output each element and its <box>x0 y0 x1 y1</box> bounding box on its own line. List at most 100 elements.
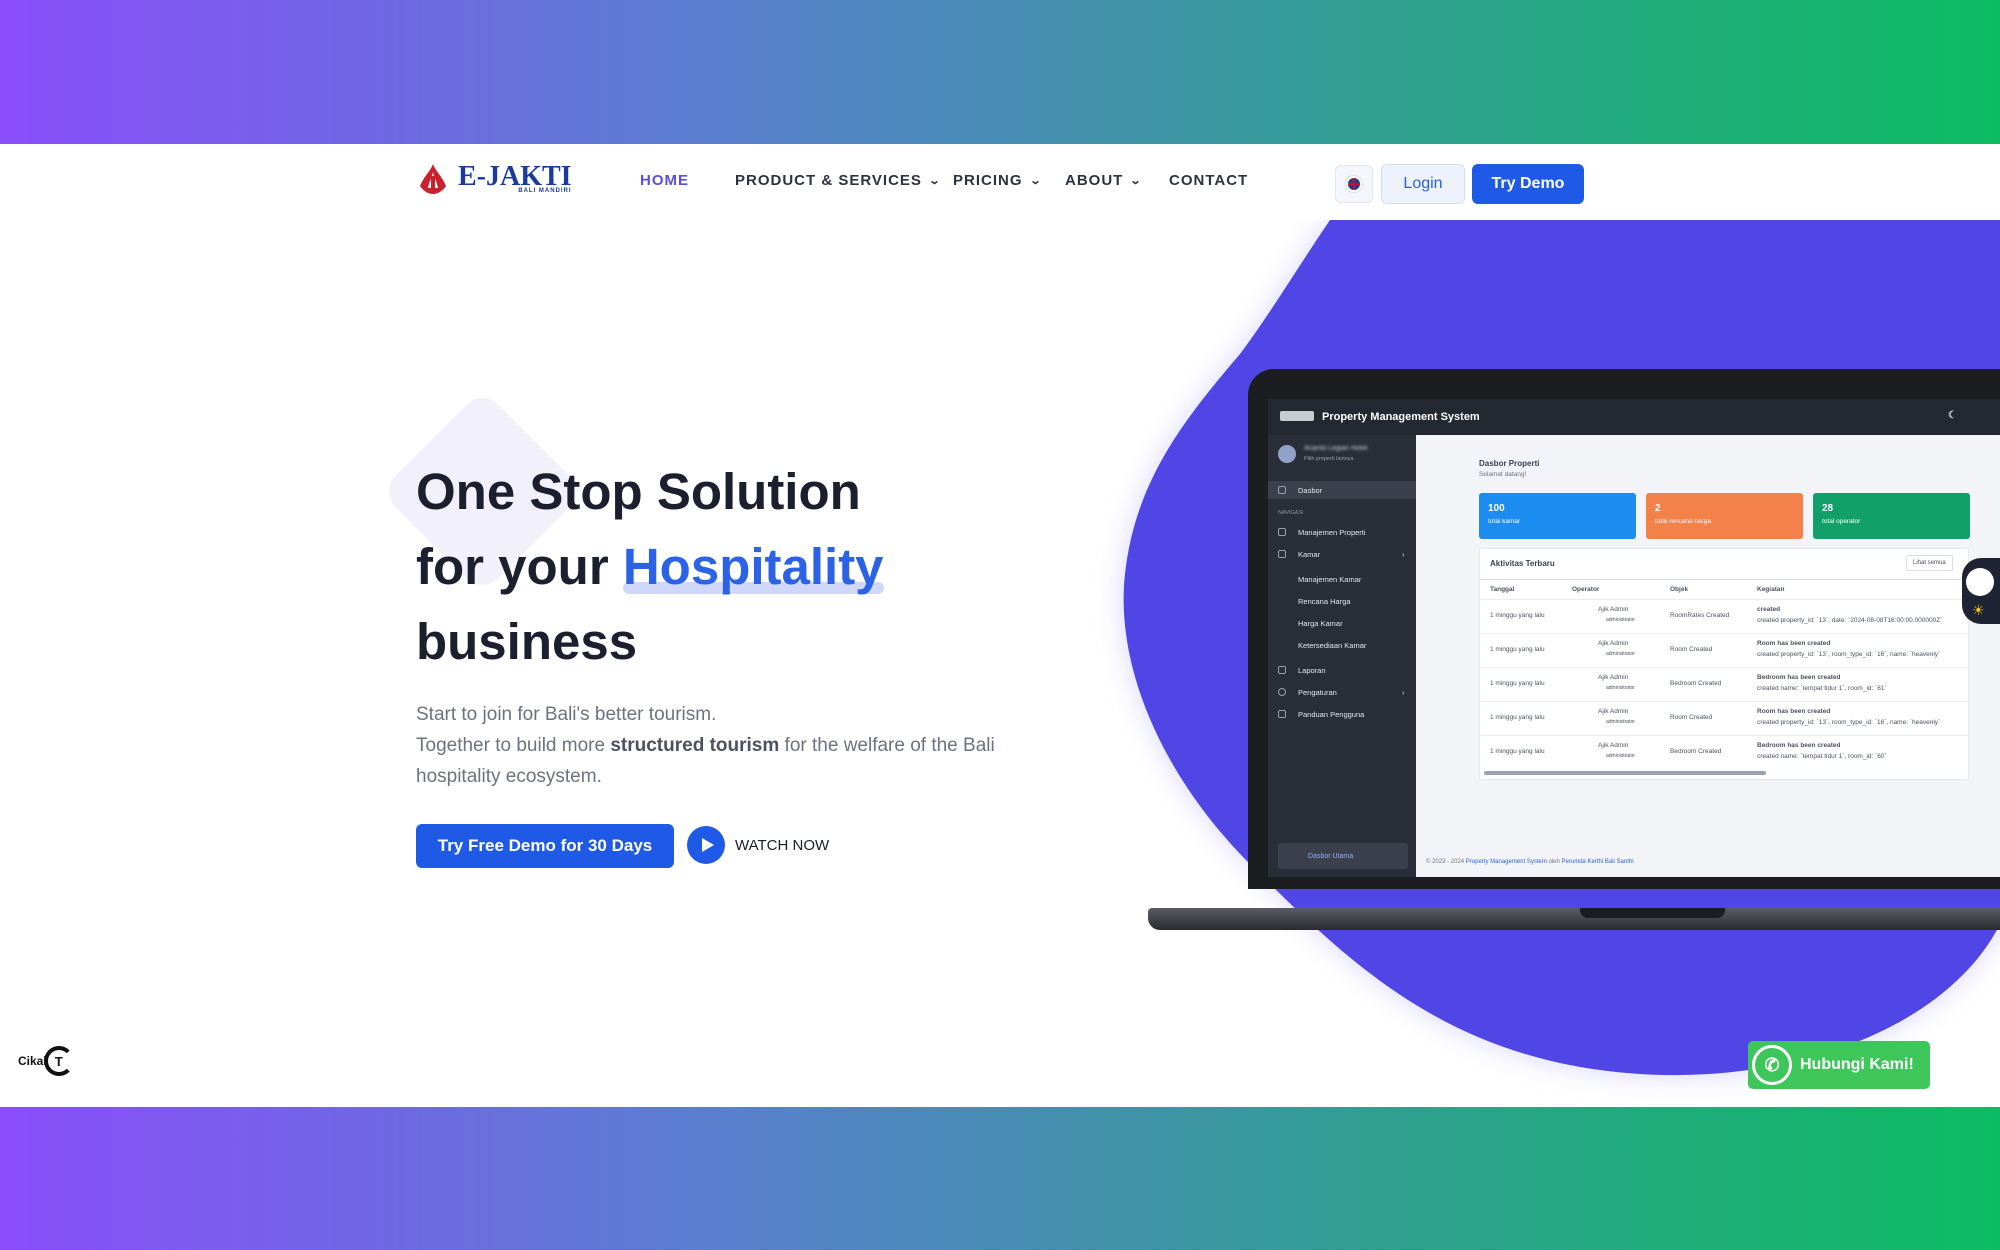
footer-link-perumda[interactable]: Perumda Kerthi Bali Santhi <box>1562 859 1634 865</box>
hero-title-line1: One Stop Solution <box>416 463 861 520</box>
avatar <box>1278 445 1296 463</box>
sidebar-item-pengaturan[interactable]: Pengaturan › <box>1268 683 1416 701</box>
nav-about-label: ABOUT <box>1065 172 1124 189</box>
logo-text: E-JAKTI <box>458 161 572 192</box>
cell-activity: Bedroom has been created <box>1757 674 1841 681</box>
sidebar-subitem-ketersediaan-kamar[interactable]: Ketersediaan Kamar <box>1268 636 1416 654</box>
nav-pricing-label: PRICING <box>953 172 1023 189</box>
cell-object: RoomRates Created <box>1670 612 1730 619</box>
login-button[interactable]: Login <box>1381 164 1465 204</box>
try-demo-button[interactable]: Try Demo <box>1472 164 1584 204</box>
nav-contact-label: CONTACT <box>1169 172 1249 189</box>
stat-card-rencana: 2 total rencana harga <box>1646 493 1803 539</box>
laptop-mockup: Property Management System ☾ Ananta Legi… <box>1248 369 2000 889</box>
sidebar-subitem-rencana-harga[interactable]: Rencana Harga <box>1268 592 1416 610</box>
app-footer: © 2023 - 2024 Property Management System… <box>1426 859 1634 865</box>
nav-pricing[interactable]: PRICING ⌄ <box>953 172 1041 189</box>
app-sidebar: Ananta Legian Hotel Pilih properti lainn… <box>1268 435 1416 877</box>
sidebar-item-label: Harga Kamar <box>1298 618 1343 628</box>
toggle-knob <box>1966 568 1994 596</box>
stat-value: 28 <box>1822 503 1834 514</box>
nav-contact[interactable]: CONTACT <box>1169 172 1248 189</box>
activity-header: Tanggal Operator Objek Kegiatan <box>1480 579 1970 599</box>
column-header: Objek <box>1670 586 1689 593</box>
sidebar-item-kamar[interactable]: Kamar › <box>1268 545 1416 563</box>
cikal-label: Cikal <box>18 1054 47 1068</box>
dasbor-utama-button[interactable]: Dasbor Utama <box>1278 843 1408 869</box>
laptop-base <box>1148 908 2000 930</box>
hero-desc-line2: Together to build more structured touris… <box>416 730 1016 792</box>
sidebar-item-panduan[interactable]: Panduan Pengguna <box>1268 705 1416 723</box>
whatsapp-icon: ✆ <box>1752 1045 1792 1085</box>
table-row[interactable]: 1 minggu yang lalu Ajik Admin administrato… <box>1480 735 1970 769</box>
hero-desc-line1: Start to join for Bali's better tourism. <box>416 704 717 725</box>
hero-title-prefix: for your <box>416 538 623 595</box>
sidebar-subitem-harga-kamar[interactable]: Harga Kamar <box>1268 614 1416 632</box>
cell-date: 1 minggu yang lalu <box>1490 748 1545 755</box>
sidebar-section-label: NAVIGASI <box>1278 510 1304 516</box>
grid-icon <box>1278 486 1286 494</box>
nav-about[interactable]: ABOUT ⌄ <box>1065 172 1142 189</box>
stat-card-operator: 28 total operator <box>1813 493 1970 539</box>
see-all-button[interactable]: Lihat semua <box>1906 555 1953 571</box>
footer-link-pms[interactable]: Property Management System <box>1466 859 1547 865</box>
watch-now-button[interactable]: WATCH NOW <box>687 826 829 864</box>
activity-panel: Aktivitas Terbaru Lihat semua Tanggal Op… <box>1479 548 1970 780</box>
activity-title: Aktivitas Terbaru <box>1490 559 1555 568</box>
app-topbar: Property Management System ☾ <box>1268 399 2000 435</box>
cikal-badge[interactable]: Cikal T <box>18 1046 74 1076</box>
cell-role: administrator <box>1606 685 1635 691</box>
moon-icon[interactable]: ☾ <box>1948 410 1957 421</box>
stat-label: total rencana harga <box>1655 518 1712 525</box>
cikal-logo-icon: T <box>43 1046 74 1076</box>
page-content: E-JAKTI BALI MANDIRI HOME PRODUCT & SERV… <box>0 144 2000 1107</box>
app-logo-icon <box>1280 411 1314 421</box>
cell-date: 1 minggu yang lalu <box>1490 680 1545 687</box>
bookmark-icon <box>1278 550 1286 558</box>
language-button[interactable] <box>1335 165 1373 203</box>
horizontal-scrollbar[interactable] <box>1484 771 1766 775</box>
column-header: Kegiatan <box>1757 586 1785 593</box>
hero-desc-bold: structured tourism <box>610 735 780 756</box>
cell-date: 1 minggu yang lalu <box>1490 714 1545 721</box>
chevron-down-icon: ⌄ <box>1129 175 1144 187</box>
uk-flag-icon <box>1346 176 1362 192</box>
sidebar-item-dasbor[interactable]: Dasbor <box>1268 481 1416 499</box>
cell-object: Bedroom Created <box>1670 748 1722 755</box>
footer-mid: oleh <box>1546 859 1562 865</box>
gear-icon <box>1278 688 1286 696</box>
sidebar-item-manajemen-properti[interactable]: Manajemen Properti <box>1268 523 1416 541</box>
table-row[interactable]: 1 minggu yang lalu Ajik Admin administrato… <box>1480 633 1970 667</box>
theme-toggle[interactable]: ☀ <box>1962 558 2000 624</box>
cell-activity: Room has been created <box>1757 640 1831 647</box>
table-row[interactable]: 1 minggu yang lalu Ajik Admin administrato… <box>1480 701 1970 735</box>
chevron-right-icon: › <box>1402 687 1405 697</box>
cell-detail: created name: `tempat tidur 1`, room_id:… <box>1757 753 1887 760</box>
cell-role: administrator <box>1606 719 1635 725</box>
whatsapp-button[interactable]: ✆ Hubungi Kami! <box>1748 1041 1930 1089</box>
sidebar-item-label: Laporan <box>1298 665 1326 675</box>
property-name[interactable]: Ananta Legian Hotel <box>1304 445 1367 452</box>
stat-label: total kamar <box>1488 518 1521 525</box>
sidebar-item-laporan[interactable]: Laporan <box>1268 661 1416 679</box>
nav-home-label: HOME <box>640 172 689 189</box>
chevron-right-icon: › <box>1402 549 1405 559</box>
table-row[interactable]: 1 minggu yang lalu Ajik Admin administrato… <box>1480 599 1970 633</box>
cell-role: administrator <box>1606 617 1635 623</box>
whatsapp-label: Hubungi Kami! <box>1800 1056 1914 1073</box>
try-free-demo-button[interactable]: Try Free Demo for 30 Days <box>416 824 674 868</box>
sidebar-subitem-manajemen-kamar[interactable]: Manajemen Kamar <box>1268 570 1416 588</box>
cell-detail: created property_id: `13`, date: `2024-0… <box>1757 617 1943 624</box>
table-row[interactable]: 1 minggu yang lalu Ajik Admin administrato… <box>1480 667 1970 701</box>
watch-now-label: WATCH NOW <box>735 836 830 854</box>
sun-icon: ☀ <box>1972 602 1985 618</box>
nav-product-services[interactable]: PRODUCT & SERVICES ⌄ <box>735 172 940 189</box>
logo[interactable]: E-JAKTI BALI MANDIRI <box>416 162 572 196</box>
sidebar-item-label: Manajemen Properti <box>1298 527 1366 537</box>
stat-label: total operator <box>1822 518 1861 525</box>
nav-home[interactable]: HOME <box>640 172 689 189</box>
logo-emblem-icon <box>420 164 446 194</box>
stat-value: 2 <box>1655 503 1661 514</box>
cell-detail: created property_id: `13`, room_type_id:… <box>1757 651 1941 658</box>
chevron-down-icon: ⌄ <box>928 175 942 187</box>
